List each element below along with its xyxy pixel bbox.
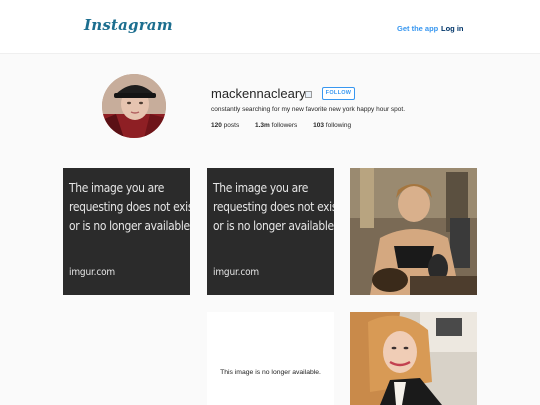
following-count[interactable]: 103 following bbox=[313, 122, 351, 129]
imgur-brand-text: imgur.com bbox=[69, 267, 116, 278]
post-tile-boxing-photo[interactable] bbox=[350, 168, 477, 295]
post-tile-imgur-missing-2[interactable]: The image you are requesting does not ex… bbox=[207, 168, 334, 295]
instagram-logo[interactable]: Instagram bbox=[84, 16, 173, 34]
imgur-brand-text: imgur.com bbox=[213, 267, 260, 278]
portrait-photo bbox=[350, 312, 477, 405]
post-tile-imgur-missing-1[interactable]: The image you are requesting does not ex… bbox=[63, 168, 190, 295]
followers-count[interactable]: 1.3m followers bbox=[255, 122, 297, 129]
profile-avatar[interactable] bbox=[102, 74, 166, 138]
log-in-link[interactable]: Log in bbox=[441, 24, 464, 33]
unavailable-message: This image is no longer available. bbox=[220, 369, 321, 376]
broken-badge-icon bbox=[305, 91, 312, 98]
boxing-photo bbox=[350, 168, 477, 295]
profile-username: mackennacleary bbox=[211, 86, 306, 101]
posts-count: 120 posts bbox=[211, 122, 240, 129]
follow-button[interactable]: FOLLOW bbox=[322, 87, 355, 100]
top-navigation-bar: Instagram Get the app Log in bbox=[0, 0, 540, 54]
avatar-photo bbox=[102, 74, 166, 138]
profile-bio: constantly searching for my new favorite… bbox=[211, 106, 406, 113]
get-the-app-link[interactable]: Get the app bbox=[397, 24, 438, 33]
post-tile-portrait-photo[interactable] bbox=[350, 312, 477, 405]
profile-stats: 120 posts 1.3m followers 103 following bbox=[211, 122, 365, 129]
post-tile-unavailable[interactable]: This image is no longer available. bbox=[207, 312, 334, 405]
